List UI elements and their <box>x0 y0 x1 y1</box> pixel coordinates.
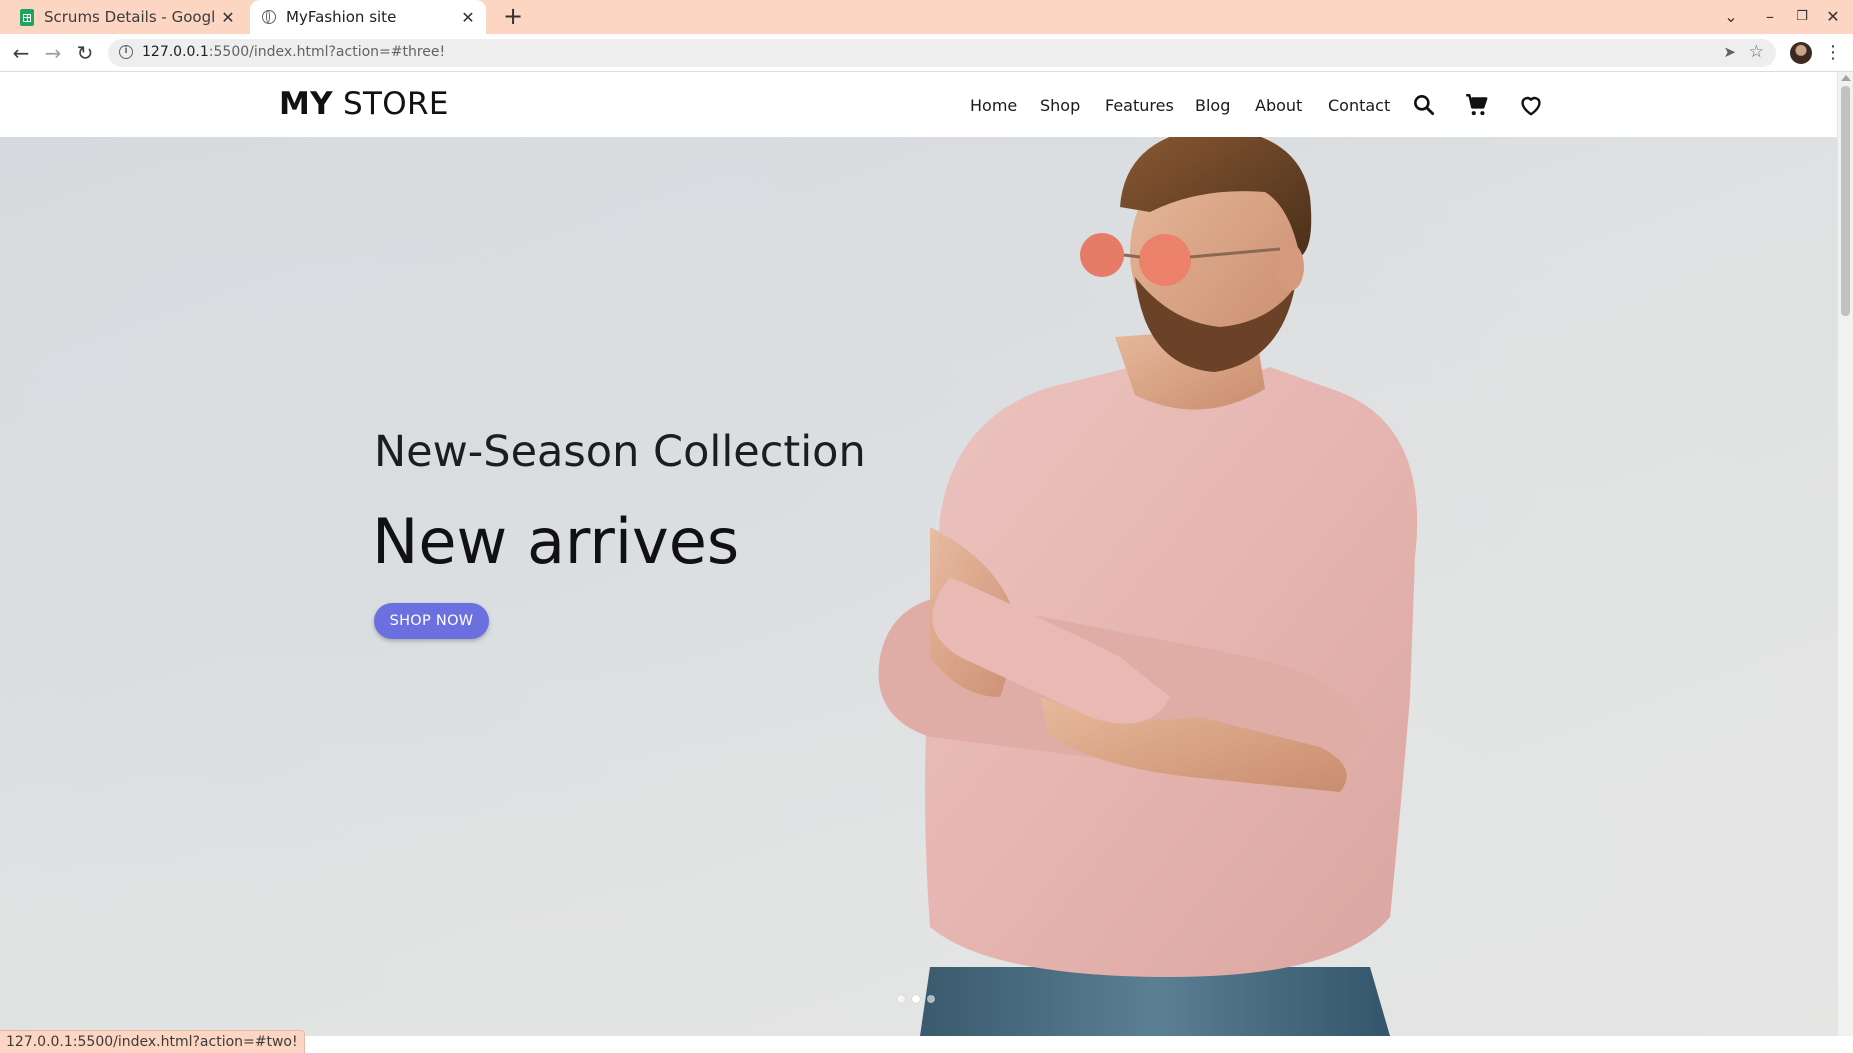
cart-icon[interactable] <box>1464 92 1490 118</box>
hero-model-image <box>878 137 1418 1036</box>
minimize-icon[interactable]: – <box>1755 5 1785 29</box>
store-logo[interactable]: MY STORE <box>279 86 449 122</box>
carousel-dot-1[interactable] <box>897 995 905 1003</box>
web-page: MY STORE Home Shop Features Blog About C… <box>0 72 1837 1036</box>
status-bubble: 127.0.0.1:5500/index.html?action=#two! <box>0 1030 305 1053</box>
browser-toolbar: ← → ↻ i 127.0.0.1:5500/index.html?action… <box>0 34 1853 72</box>
sheets-icon <box>20 8 34 26</box>
scrollbar-thumb[interactable] <box>1841 86 1850 316</box>
profile-avatar[interactable] <box>1790 42 1812 64</box>
bookmark-star-icon[interactable]: ☆ <box>1749 42 1764 62</box>
tab-search-chevron-icon[interactable]: ⌄ <box>1716 5 1746 29</box>
tab-close-icon[interactable]: ✕ <box>456 8 480 27</box>
globe-icon <box>262 10 276 24</box>
carousel-dot-2[interactable] <box>912 995 920 1003</box>
send-tab-icon[interactable]: ➤ <box>1723 43 1736 61</box>
nav-home[interactable]: Home <box>970 96 1017 115</box>
browser-menu-icon[interactable]: ⋮ <box>1824 42 1842 64</box>
address-bar[interactable]: i 127.0.0.1:5500/index.html?action=#thre… <box>108 39 1776 67</box>
tab-strip: Scrums Details - Google Sheets ✕ MyFashi… <box>0 0 1853 34</box>
carousel-indicators <box>897 995 935 1003</box>
carousel-dot-3[interactable] <box>927 995 935 1003</box>
nav-contact[interactable]: Contact <box>1328 96 1390 115</box>
new-tab-button[interactable]: + <box>500 4 526 30</box>
hero-title: New arrives <box>372 505 740 578</box>
close-window-icon[interactable]: ✕ <box>1818 5 1848 29</box>
heart-icon[interactable] <box>1518 92 1544 118</box>
url-text[interactable]: 127.0.0.1:5500/index.html?action=#three! <box>142 44 445 60</box>
tab-google-sheets[interactable]: Scrums Details - Google Sheets ✕ <box>8 0 246 34</box>
hero-subtitle: New-Season Collection <box>374 427 866 477</box>
hero-banner: New-Season Collection New arrives SHOP N… <box>0 137 1837 1036</box>
page-scrollbar[interactable] <box>1837 72 1853 1036</box>
forward-icon[interactable]: → <box>40 41 66 67</box>
site-info-icon[interactable]: i <box>119 45 133 59</box>
nav-features[interactable]: Features <box>1105 96 1174 115</box>
shop-now-button[interactable]: SHOP NOW <box>374 603 489 639</box>
reload-icon[interactable]: ↻ <box>72 41 98 67</box>
scroll-up-arrow-icon[interactable] <box>1841 75 1851 81</box>
tab-close-icon[interactable]: ✕ <box>216 8 240 27</box>
tab-title: Scrums Details - Google Sheets <box>44 8 216 26</box>
tab-myfashion[interactable]: MyFashion site ✕ <box>250 0 486 34</box>
search-icon[interactable] <box>1411 92 1437 118</box>
nav-about[interactable]: About <box>1255 96 1302 115</box>
nav-blog[interactable]: Blog <box>1195 96 1230 115</box>
site-header: MY STORE Home Shop Features Blog About C… <box>0 72 1837 137</box>
nav-shop[interactable]: Shop <box>1040 96 1080 115</box>
back-icon[interactable]: ← <box>8 41 34 67</box>
tab-title: MyFashion site <box>286 8 397 26</box>
restore-icon[interactable]: ❐ <box>1787 5 1817 29</box>
